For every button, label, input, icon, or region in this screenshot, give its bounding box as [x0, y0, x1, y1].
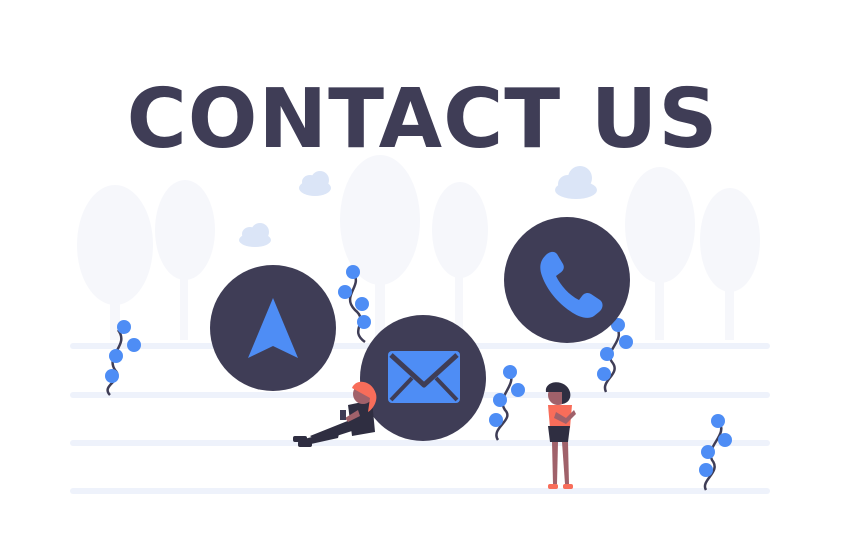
standing-person: [545, 382, 576, 489]
contact-illustration: [70, 155, 770, 494]
envelope-icon: [388, 351, 460, 403]
cloud-icon: [555, 166, 597, 199]
cloud-icon: [299, 171, 331, 196]
phone-button[interactable]: [504, 217, 630, 343]
background-trees: [77, 155, 760, 340]
location-button[interactable]: [210, 265, 336, 391]
cloud-icon: [239, 223, 271, 247]
sitting-person: [293, 381, 377, 447]
email-button[interactable]: [360, 315, 486, 441]
